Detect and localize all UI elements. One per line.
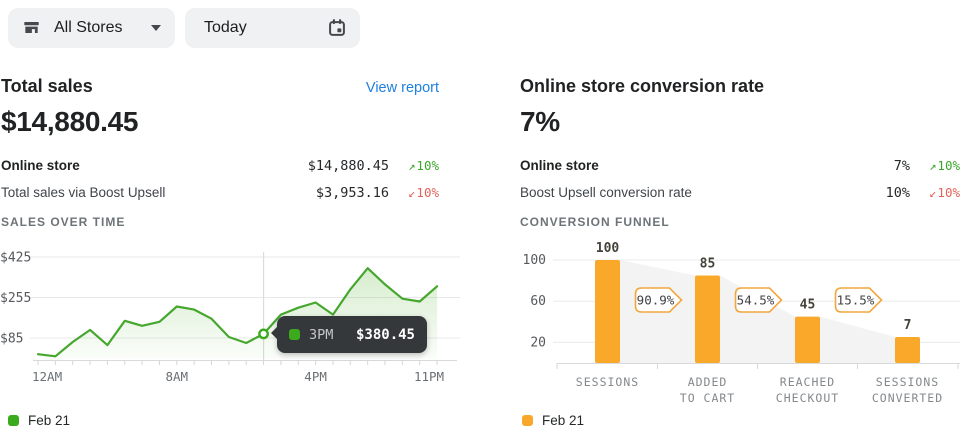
card-header: Online store conversion rate [520,76,960,97]
legend-label: Feb 21 [542,413,584,428]
metric-value: 10% [692,185,910,201]
legend-label: Feb 21 [28,413,70,428]
legend-swatch [8,415,19,426]
total-sales-value: $14,880.45 [1,106,138,138]
bar-value-label: 45 [800,298,816,313]
y-axis-label: $255 [0,291,31,306]
total-sales-card: Total sales View report $14,880.45 Onlin… [0,0,460,431]
analytics-dashboard: All Stores Today Total sales View report… [0,0,960,431]
tooltip-time: 3PM [309,327,333,343]
trend-up-icon: ↗ [929,159,936,173]
y-axis-label: 60 [530,294,546,309]
y-axis-label: 100 [523,253,546,268]
bar-value-label: 85 [700,256,716,271]
metric-row-boost-upsell: Boost Upsell conversion rate 10% ↙10% [520,185,960,201]
metric-value: $3,953.16 [165,185,389,201]
conversion-rate-value: 7% [520,106,560,138]
y-axis-label: $85 [0,331,23,346]
metric-delta: ↙10% [918,185,960,200]
section-label-sales-over-time: SALES OVER TIME [1,215,125,229]
metric-label: Online store [1,158,80,173]
metric-delta: ↙10% [397,185,439,200]
category-label: CHECKOUT [776,391,839,405]
delta-value: 10% [937,158,960,173]
funnel-bar[interactable] [795,317,820,363]
conversion-badge-label: 90.9% [637,293,675,308]
card-title: Total sales [1,76,93,97]
bar-value-label: 100 [596,241,620,256]
tooltip-series-swatch [289,329,300,340]
category-label: REACHED [780,375,835,389]
metric-label: Boost Upsell conversion rate [520,185,692,200]
y-axis-label: 20 [530,335,546,350]
category-label: TO CART [680,391,735,405]
legend-feb-21: Feb 21 [8,413,70,428]
tooltip-value: $380.45 [356,327,415,343]
x-axis-label: 8AM [166,369,189,384]
legend-swatch [522,415,533,426]
y-axis-label: $425 [0,250,31,265]
metric-row-online-store: Online store $14,880.45 ↗10% [1,158,439,174]
category-label: SESSIONS [576,375,639,389]
conversion-funnel-chart[interactable]: 100 60 20 100 85 45 7 90.9% 54.5% 15.5% SESSIONS AD… [520,235,960,411]
section-label-conversion-funnel: CONVERSION FUNNEL [520,215,670,229]
trend-down-icon: ↙ [408,186,415,200]
trend-down-icon: ↙ [929,186,936,200]
x-axis-label: 12AM [32,369,62,384]
conversion-badge-label: 15.5% [837,293,875,308]
metric-delta: ↗10% [397,158,439,173]
metric-delta: ↗10% [918,158,960,173]
funnel-bar[interactable] [595,260,620,363]
legend-feb-21: Feb 21 [522,413,584,428]
metric-label: Online store [520,158,599,173]
card-title: Online store conversion rate [520,76,764,97]
metric-label: Total sales via Boost Upsell [1,185,165,200]
view-report-link[interactable]: View report [366,80,439,96]
category-label: CONVERTED [872,391,943,405]
conversion-badge-label: 54.5% [737,293,775,308]
funnel-bar[interactable] [895,337,920,363]
delta-value: 10% [937,185,960,200]
card-header: Total sales View report [1,76,439,97]
category-label: SESSIONS [876,375,939,389]
metric-row-online-store: Online store 7% ↗10% [520,158,960,174]
metric-value: 7% [599,158,910,174]
delta-value: 10% [416,185,439,200]
x-axis-label: 4PM [304,369,327,384]
funnel-bar[interactable] [695,275,720,363]
chart-tooltip: 3PM $380.45 [277,316,427,353]
conversion-rate-card: Online store conversion rate 7% Online s… [520,0,960,431]
category-label: ADDED [688,375,728,389]
highlighted-point[interactable] [259,330,267,338]
trend-up-icon: ↗ [408,159,415,173]
x-axis-label: 11PM [414,369,444,384]
metric-value: $14,880.45 [80,158,389,174]
bar-value-label: 7 [904,318,912,333]
delta-value: 10% [416,158,439,173]
metric-row-boost-upsell: Total sales via Boost Upsell $3,953.16 ↙… [1,185,439,201]
